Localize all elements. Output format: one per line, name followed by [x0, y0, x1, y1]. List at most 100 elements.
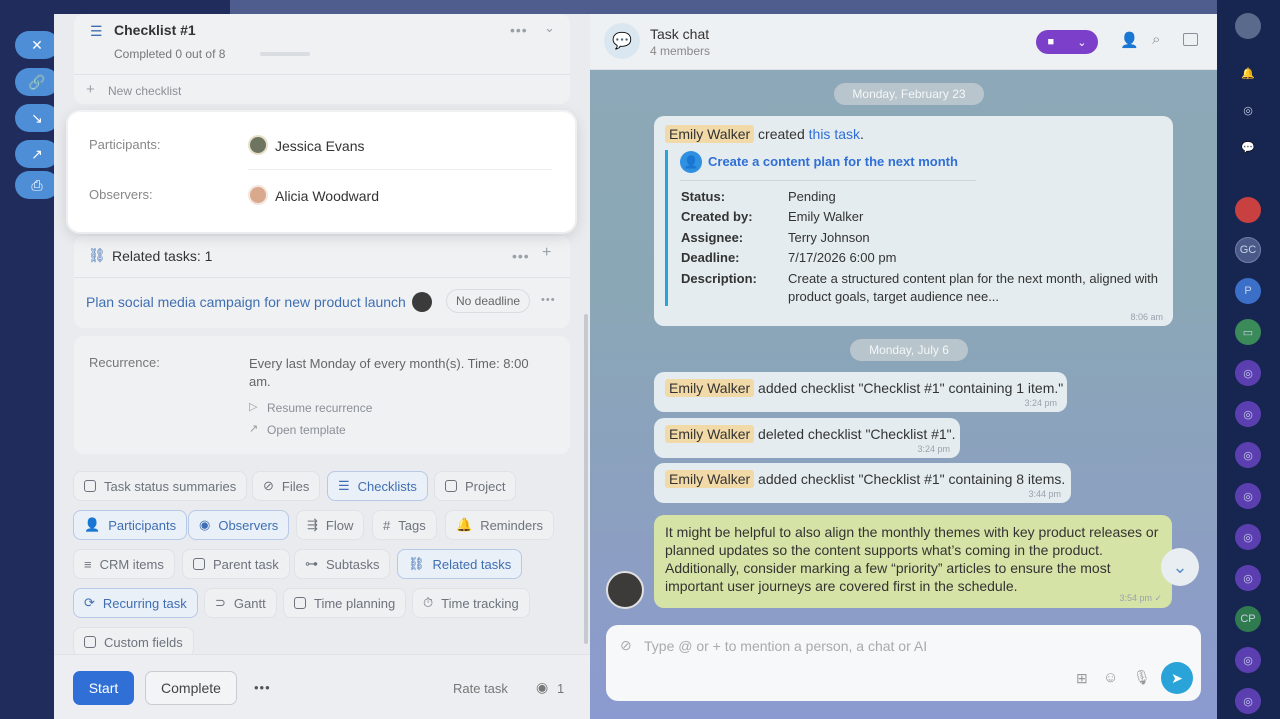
pill-label: Files	[281, 478, 310, 494]
pill-checklists[interactable]: ☰ Checklists	[327, 471, 428, 501]
pill-task-status-summaries[interactable]: Task status summaries	[73, 471, 248, 501]
date-separator: Monday, July 6	[850, 339, 968, 361]
rail-avatar-card[interactable]: ▭	[1235, 319, 1261, 345]
emoji-icon[interactable]: ☺	[1103, 669, 1118, 686]
rail-avatar-5[interactable]: ◎	[1235, 524, 1261, 550]
rate-task-link[interactable]: Rate task	[453, 681, 508, 696]
pill-flow[interactable]: ⇶ Flow	[296, 510, 365, 540]
author-name[interactable]: Emily Walker	[665, 125, 755, 143]
rail-avatar-6[interactable]: ◎	[1235, 565, 1261, 591]
rail-avatar-cp[interactable]: CP	[1235, 606, 1261, 632]
video-call-button[interactable]: ■ ⌄	[1036, 30, 1098, 54]
external-icon[interactable]: ↗	[15, 140, 59, 168]
task-chat-panel: 💬 Task chat 4 members ■ ⌄ 👤 ⌕ Monday, Feb…	[590, 14, 1217, 719]
related-more-icon[interactable]: •••	[512, 248, 530, 264]
rail-avatar-4[interactable]: ◎	[1235, 483, 1261, 509]
chevron-down-icon: ⌄	[1077, 36, 1087, 49]
rail-avatar-7[interactable]: ◎	[1235, 647, 1261, 673]
pill-files[interactable]: ⊘ Files	[252, 471, 321, 501]
link-icon[interactable]: 🔗	[15, 68, 59, 96]
paperclip-icon[interactable]: ⊘	[620, 637, 632, 654]
field-value: Emily Walker	[788, 209, 864, 224]
pill-participants[interactable]: 👤 Participants	[73, 510, 188, 540]
plus-icon[interactable]: +	[86, 81, 95, 98]
pill-custom-fields[interactable]: Custom fields	[73, 627, 194, 657]
pill-label: Subtasks	[326, 556, 380, 572]
add-related-icon[interactable]: +	[542, 244, 551, 262]
chat-members[interactable]: 4 members	[650, 44, 710, 58]
microphone-icon[interactable]: 🎙	[1133, 669, 1151, 686]
rail-avatar-1[interactable]: ◎	[1235, 360, 1261, 386]
download-icon[interactable]: ↘	[15, 104, 59, 132]
created-by-row: Created by: Emily Walker	[681, 209, 863, 224]
checklist-icon: ☰	[90, 23, 103, 39]
notification-avatar[interactable]	[1235, 197, 1261, 223]
author-name[interactable]: Emily Walker	[665, 379, 755, 397]
sidebar-toggle-icon[interactable]	[1183, 33, 1198, 46]
footer-bar	[54, 654, 590, 719]
sender-avatar[interactable]	[606, 571, 644, 609]
user-avatar[interactable]	[1235, 13, 1261, 39]
pill-observers[interactable]: ◉ Observers	[188, 510, 290, 540]
new-checklist-link[interactable]: New checklist	[108, 84, 181, 98]
rail-cp-label: CP	[1240, 613, 1256, 625]
more-button[interactable]: •••	[254, 680, 271, 695]
rail-avatar-2[interactable]: ◎	[1235, 401, 1261, 427]
resume-recurrence-link[interactable]: Resume recurrence	[267, 401, 372, 415]
start-button[interactable]: Start	[73, 671, 134, 705]
pill-gantt[interactable]: ⊃ Gantt	[204, 588, 277, 618]
message-text: deleted checklist "Checklist #1".	[758, 426, 956, 442]
field-value: Terry Johnson	[788, 230, 870, 245]
task-more-icon[interactable]: •••	[541, 294, 556, 306]
rail-avatar-p[interactable]: P	[1235, 278, 1261, 304]
recurrence-label: Recurrence:	[89, 355, 160, 370]
task-link[interactable]: this task	[809, 126, 860, 142]
scroll-down-icon[interactable]: ⌄	[1161, 548, 1199, 586]
task-title-link[interactable]: Create a content plan for the next month	[708, 154, 958, 169]
chat-icon[interactable]: 💬	[1235, 134, 1261, 160]
pill-related-tasks[interactable]: ⛓ Related tasks	[397, 549, 523, 579]
gantt-icon: ⊃	[215, 595, 226, 610]
open-template-link[interactable]: Open template	[267, 423, 346, 437]
author-name[interactable]: Emily Walker	[665, 470, 755, 488]
pill-crm-items[interactable]: ≡ CRM items	[73, 549, 175, 579]
pill-parent-task[interactable]: Parent task	[182, 549, 290, 579]
apps-icon[interactable]: ⊞	[1076, 670, 1088, 687]
checklist-more-icon[interactable]: •••	[510, 22, 528, 38]
rail-avatar-gc[interactable]: GC	[1235, 237, 1261, 263]
participant-avatar	[248, 135, 268, 155]
bell-icon[interactable]: 🔔	[1235, 60, 1261, 86]
pill-recurring-task[interactable]: ⟳ Recurring task	[73, 588, 198, 618]
pill-label: CRM items	[99, 556, 164, 572]
calendar-icon	[294, 597, 306, 609]
chevron-down-icon[interactable]: ⌄	[544, 20, 555, 36]
related-task-link[interactable]: Plan social media campaign for new produ…	[86, 294, 406, 310]
rail-avatar-8[interactable]: ◎	[1235, 688, 1261, 714]
pill-reminders[interactable]: 🔔 Reminders	[445, 510, 555, 540]
copilot-icon[interactable]: ◎	[1235, 97, 1261, 123]
pill-time-tracking[interactable]: ⏱ Time tracking	[412, 588, 530, 618]
add-user-icon[interactable]: 👤	[1120, 31, 1139, 49]
message-input[interactable]: Type @ or + to mention a person, a chat …	[644, 638, 927, 654]
participant-name[interactable]: Jessica Evans	[275, 138, 364, 154]
close-icon[interactable]: ✕	[15, 31, 59, 59]
message-composer[interactable]	[606, 625, 1201, 701]
print-icon[interactable]: ⎙	[15, 171, 59, 199]
send-button[interactable]: ➤	[1161, 662, 1193, 694]
observer-name[interactable]: Alicia Woodward	[275, 188, 379, 204]
related-task-avatar	[412, 292, 432, 312]
author-name[interactable]: Emily Walker	[665, 425, 755, 443]
recurrence-text: Every last Monday of every month(s). Tim…	[249, 356, 529, 389]
pill-project[interactable]: Project	[434, 471, 517, 501]
checklist-title[interactable]: Checklist #1	[114, 22, 196, 38]
message-time: 3:24 pm	[1024, 398, 1057, 408]
pill-time-planning[interactable]: Time planning	[283, 588, 407, 618]
search-icon[interactable]: ⌕	[1152, 31, 1160, 48]
pill-tags[interactable]: # Tags	[372, 510, 437, 540]
deadline-badge[interactable]: No deadline	[446, 289, 531, 313]
pill-subtasks[interactable]: ⊶ Subtasks	[294, 549, 391, 579]
scrollbar[interactable]	[584, 314, 588, 644]
divider	[680, 180, 976, 181]
rail-avatar-3[interactable]: ◎	[1235, 442, 1261, 468]
complete-button[interactable]: Complete	[145, 671, 237, 705]
